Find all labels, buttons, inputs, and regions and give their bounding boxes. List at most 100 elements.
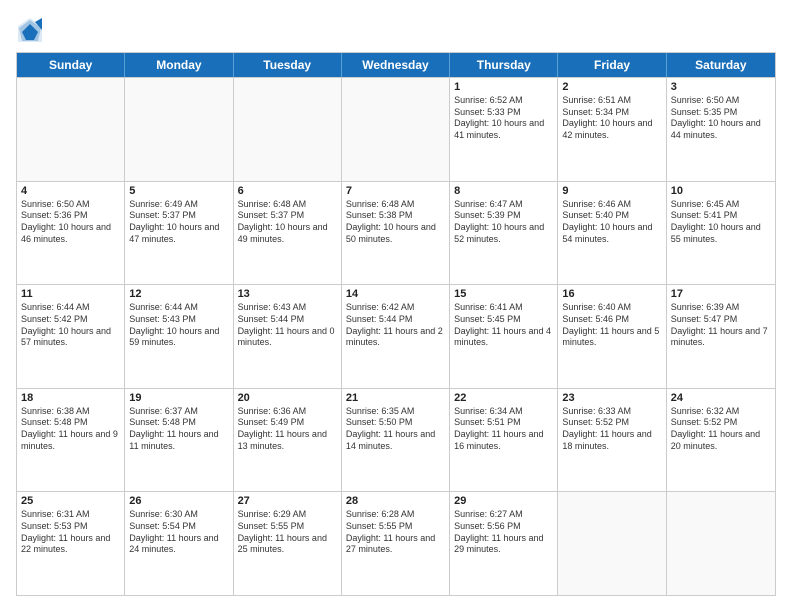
day-number: 24 <box>671 392 771 404</box>
cell-text: Sunrise: 6:38 AM Sunset: 5:48 PM Dayligh… <box>21 406 120 453</box>
calendar-cell <box>558 492 666 595</box>
cell-text: Sunrise: 6:50 AM Sunset: 5:36 PM Dayligh… <box>21 199 120 246</box>
day-number: 27 <box>238 495 337 507</box>
day-number: 21 <box>346 392 445 404</box>
calendar-row-3: 11 Sunrise: 6:44 AM Sunset: 5:42 PM Dayli… <box>17 284 775 388</box>
header-cell-wednesday: Wednesday <box>342 53 450 77</box>
cell-text: Sunrise: 6:47 AM Sunset: 5:39 PM Dayligh… <box>454 199 553 246</box>
day-number: 9 <box>562 185 661 197</box>
day-number: 12 <box>129 288 228 300</box>
cell-text: Sunrise: 6:29 AM Sunset: 5:55 PM Dayligh… <box>238 509 337 556</box>
cell-text: Sunrise: 6:41 AM Sunset: 5:45 PM Dayligh… <box>454 302 553 349</box>
cell-text: Sunrise: 6:42 AM Sunset: 5:44 PM Dayligh… <box>346 302 445 349</box>
calendar-cell: 7Sunrise: 6:48 AM Sunset: 5:38 PM Daylig… <box>342 182 450 285</box>
cell-text: Sunrise: 6:33 AM Sunset: 5:52 PM Dayligh… <box>562 406 661 453</box>
calendar-cell: 24 Sunrise: 6:32 AM Sunset: 5:52 PM Dayli… <box>667 389 775 492</box>
header-cell-saturday: Saturday <box>667 53 775 77</box>
calendar-cell: 17 Sunrise: 6:39 AM Sunset: 5:47 PM Dayli… <box>667 285 775 388</box>
calendar-row-5: 25 Sunrise: 6:31 AM Sunset: 5:53 PM Dayli… <box>17 491 775 595</box>
cell-text: Sunrise: 6:50 AM Sunset: 5:35 PM Dayligh… <box>671 95 771 142</box>
calendar-cell <box>667 492 775 595</box>
cell-text: Sunrise: 6:28 AM Sunset: 5:55 PM Dayligh… <box>346 509 445 556</box>
day-number: 17 <box>671 288 771 300</box>
header-cell-sunday: Sunday <box>17 53 125 77</box>
day-number: 6 <box>238 185 337 197</box>
day-number: 3 <box>671 81 771 93</box>
calendar: SundayMondayTuesdayWednesdayThursdayFrid… <box>16 52 776 596</box>
calendar-row-1: 1 Sunrise: 6:52 AM Sunset: 5:33 PM Daylig… <box>17 77 775 181</box>
cell-text: Sunrise: 6:49 AM Sunset: 5:37 PM Dayligh… <box>129 199 228 246</box>
header <box>16 16 776 44</box>
calendar-cell: 11 Sunrise: 6:44 AM Sunset: 5:42 PM Dayli… <box>17 285 125 388</box>
cell-text: Sunrise: 6:27 AM Sunset: 5:56 PM Dayligh… <box>454 509 553 556</box>
day-number: 23 <box>562 392 661 404</box>
header-cell-thursday: Thursday <box>450 53 558 77</box>
day-number: 5 <box>129 185 228 197</box>
calendar-cell: 13Sunrise: 6:43 AM Sunset: 5:44 PM Dayli… <box>234 285 342 388</box>
day-number: 22 <box>454 392 553 404</box>
calendar-cell <box>17 78 125 181</box>
calendar-cell: 19 Sunrise: 6:37 AM Sunset: 5:48 PM Dayli… <box>125 389 233 492</box>
calendar-row-2: 4 Sunrise: 6:50 AM Sunset: 5:36 PM Daylig… <box>17 181 775 285</box>
calendar-cell: 12 Sunrise: 6:44 AM Sunset: 5:43 PM Dayli… <box>125 285 233 388</box>
cell-text: Sunrise: 6:31 AM Sunset: 5:53 PM Dayligh… <box>21 509 120 556</box>
day-number: 25 <box>21 495 120 507</box>
calendar-cell: 15Sunrise: 6:41 AM Sunset: 5:45 PM Dayli… <box>450 285 558 388</box>
logo-icon <box>16 16 44 44</box>
calendar-cell: 14 Sunrise: 6:42 AM Sunset: 5:44 PM Dayli… <box>342 285 450 388</box>
calendar-cell <box>342 78 450 181</box>
logo <box>16 16 48 44</box>
calendar-cell: 8 Sunrise: 6:47 AM Sunset: 5:39 PM Daylig… <box>450 182 558 285</box>
calendar-cell: 3 Sunrise: 6:50 AM Sunset: 5:35 PM Daylig… <box>667 78 775 181</box>
calendar-cell: 5 Sunrise: 6:49 AM Sunset: 5:37 PM Daylig… <box>125 182 233 285</box>
cell-text: Sunrise: 6:32 AM Sunset: 5:52 PM Dayligh… <box>671 406 771 453</box>
calendar-cell: 25 Sunrise: 6:31 AM Sunset: 5:53 PM Dayli… <box>17 492 125 595</box>
calendar-header: SundayMondayTuesdayWednesdayThursdayFrid… <box>17 53 775 77</box>
calendar-cell: 4 Sunrise: 6:50 AM Sunset: 5:36 PM Daylig… <box>17 182 125 285</box>
calendar-cell <box>125 78 233 181</box>
cell-text: Sunrise: 6:30 AM Sunset: 5:54 PM Dayligh… <box>129 509 228 556</box>
calendar-cell: 1 Sunrise: 6:52 AM Sunset: 5:33 PM Daylig… <box>450 78 558 181</box>
day-number: 4 <box>21 185 120 197</box>
calendar-cell: 2 Sunrise: 6:51 AM Sunset: 5:34 PM Daylig… <box>558 78 666 181</box>
cell-text: Sunrise: 6:43 AM Sunset: 5:44 PM Dayligh… <box>238 302 337 349</box>
cell-text: Sunrise: 6:37 AM Sunset: 5:48 PM Dayligh… <box>129 406 228 453</box>
cell-text: Sunrise: 6:51 AM Sunset: 5:34 PM Dayligh… <box>562 95 661 142</box>
day-number: 20 <box>238 392 337 404</box>
calendar-row-4: 18 Sunrise: 6:38 AM Sunset: 5:48 PM Dayli… <box>17 388 775 492</box>
calendar-cell: 22 Sunrise: 6:34 AM Sunset: 5:51 PM Dayli… <box>450 389 558 492</box>
day-number: 18 <box>21 392 120 404</box>
day-number: 8 <box>454 185 553 197</box>
cell-text: Sunrise: 6:45 AM Sunset: 5:41 PM Dayligh… <box>671 199 771 246</box>
day-number: 28 <box>346 495 445 507</box>
day-number: 10 <box>671 185 771 197</box>
header-cell-tuesday: Tuesday <box>234 53 342 77</box>
header-cell-friday: Friday <box>558 53 666 77</box>
cell-text: Sunrise: 6:34 AM Sunset: 5:51 PM Dayligh… <box>454 406 553 453</box>
day-number: 2 <box>562 81 661 93</box>
cell-text: Sunrise: 6:44 AM Sunset: 5:42 PM Dayligh… <box>21 302 120 349</box>
day-number: 19 <box>129 392 228 404</box>
cell-text: Sunrise: 6:48 AM Sunset: 5:37 PM Dayligh… <box>238 199 337 246</box>
cell-text: Sunrise: 6:44 AM Sunset: 5:43 PM Dayligh… <box>129 302 228 349</box>
calendar-cell: 10 Sunrise: 6:45 AM Sunset: 5:41 PM Dayli… <box>667 182 775 285</box>
day-number: 11 <box>21 288 120 300</box>
cell-text: Sunrise: 6:48 AM Sunset: 5:38 PM Dayligh… <box>346 199 445 246</box>
cell-text: Sunrise: 6:40 AM Sunset: 5:46 PM Dayligh… <box>562 302 661 349</box>
calendar-cell: 18 Sunrise: 6:38 AM Sunset: 5:48 PM Dayli… <box>17 389 125 492</box>
cell-text: Sunrise: 6:46 AM Sunset: 5:40 PM Dayligh… <box>562 199 661 246</box>
calendar-cell <box>234 78 342 181</box>
calendar-cell: 29 Sunrise: 6:27 AM Sunset: 5:56 PM Dayli… <box>450 492 558 595</box>
calendar-cell: 6 Sunrise: 6:48 AM Sunset: 5:37 PM Daylig… <box>234 182 342 285</box>
day-number: 1 <box>454 81 553 93</box>
page: SundayMondayTuesdayWednesdayThursdayFrid… <box>0 0 792 612</box>
cell-text: Sunrise: 6:36 AM Sunset: 5:49 PM Dayligh… <box>238 406 337 453</box>
calendar-body: 1 Sunrise: 6:52 AM Sunset: 5:33 PM Daylig… <box>17 77 775 595</box>
cell-text: Sunrise: 6:52 AM Sunset: 5:33 PM Dayligh… <box>454 95 553 142</box>
day-number: 29 <box>454 495 553 507</box>
cell-text: Sunrise: 6:39 AM Sunset: 5:47 PM Dayligh… <box>671 302 771 349</box>
day-number: 14 <box>346 288 445 300</box>
calendar-cell: 23 Sunrise: 6:33 AM Sunset: 5:52 PM Dayli… <box>558 389 666 492</box>
calendar-cell: 16Sunrise: 6:40 AM Sunset: 5:46 PM Dayli… <box>558 285 666 388</box>
day-number: 26 <box>129 495 228 507</box>
